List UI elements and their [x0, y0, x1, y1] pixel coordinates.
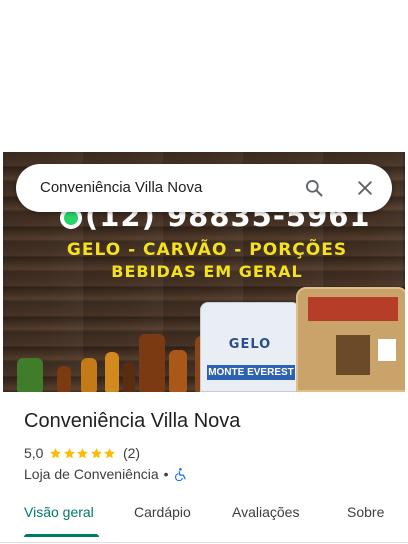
star-icon: [104, 447, 116, 458]
ice-bag-name: MONTE EVEREST: [207, 365, 295, 380]
search-input[interactable]: Conveniência Villa Nova: [40, 179, 202, 196]
tab-about[interactable]: Sobre: [347, 504, 384, 520]
ice-bag: GELO MONTE EVEREST: [200, 302, 300, 392]
charcoal-bag: [296, 287, 405, 392]
place-tabs: Visão geral Cardápio Avaliações Sobre: [0, 494, 408, 540]
photo-slogan-line2: BEBIDAS EM GERAL: [111, 262, 303, 281]
tab-menu[interactable]: Cardápio: [134, 504, 191, 520]
search-bar[interactable]: Conveniência Villa Nova: [16, 164, 392, 212]
rating-value: 5,0: [24, 445, 44, 461]
beer-bottles: [17, 332, 227, 392]
star-icon: [77, 447, 89, 458]
star-icon: [50, 447, 62, 458]
active-tab-indicator: [24, 534, 99, 537]
separator-dot: •: [163, 466, 169, 482]
review-count[interactable]: (2): [123, 445, 140, 461]
search-icon[interactable]: [304, 178, 324, 198]
star-icon: [91, 447, 102, 458]
tab-overview[interactable]: Visão geral: [24, 504, 94, 520]
ice-bag-brand: GELO: [228, 337, 272, 352]
rating-stars: [49, 447, 117, 460]
place-title: Conveniência Villa Nova: [24, 410, 241, 432]
tabs-divider: [0, 542, 408, 543]
star-icon: [64, 447, 75, 458]
wheelchair-icon[interactable]: [174, 467, 188, 481]
category-row: Loja de Conveniência •: [24, 465, 188, 483]
photo-slogan-line1: GELO - CARVÃO - PORÇÕES: [66, 240, 348, 260]
tab-reviews[interactable]: Avaliações: [232, 504, 299, 520]
rating-row[interactable]: 5,0 (2): [24, 444, 140, 462]
close-icon[interactable]: [355, 178, 375, 198]
map-blank-area: [0, 0, 408, 152]
place-category[interactable]: Loja de Conveniência: [24, 466, 159, 482]
